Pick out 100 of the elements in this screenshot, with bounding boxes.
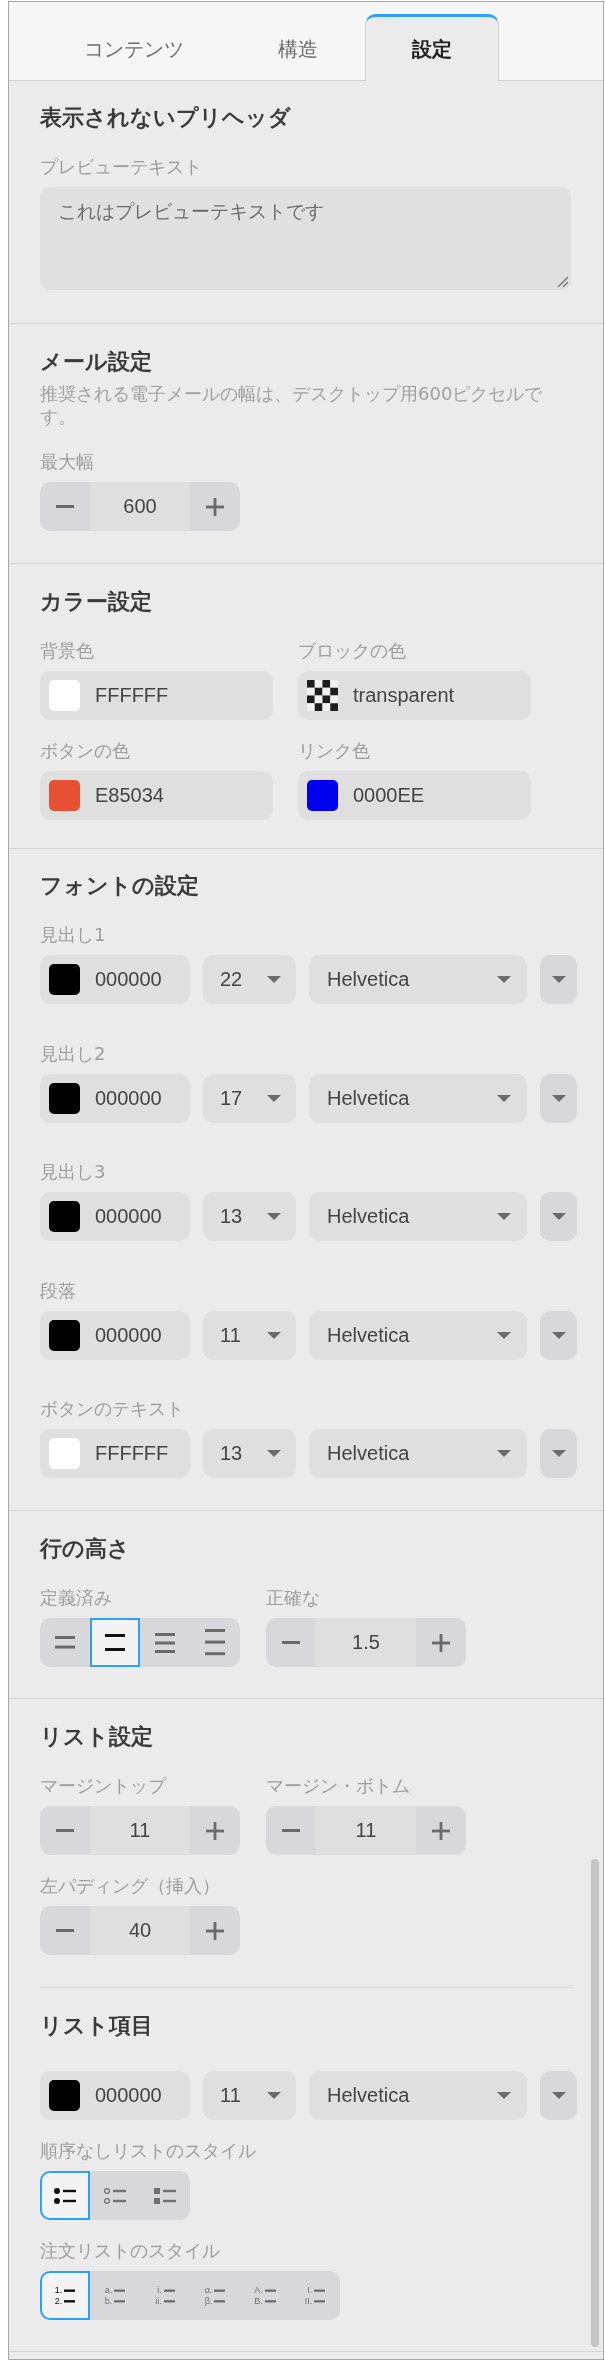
font-size-select[interactable]: 11 — [203, 1310, 296, 1360]
caret-icon — [551, 976, 566, 983]
color-field[interactable]: 000000 — [40, 1073, 190, 1123]
caret-icon — [497, 1450, 511, 1457]
line-spacing-icon — [205, 1629, 225, 1656]
font-family-select[interactable]: Helvetica — [309, 2071, 527, 2120]
plus-icon — [206, 1921, 224, 1940]
list-style-button[interactable]: 1. 2. — [40, 2271, 90, 2320]
field-label: 見出し1 — [40, 923, 106, 947]
font-family-select[interactable]: Helvetica — [309, 1073, 527, 1123]
field-label: リンク色 — [298, 739, 370, 763]
font-size-select[interactable]: 11 — [203, 2071, 296, 2120]
square-list-icon — [154, 2187, 176, 2204]
list-style-button[interactable] — [40, 2171, 90, 2220]
field-label: 注文リストのスタイル — [40, 2239, 220, 2263]
caret-icon — [551, 1331, 566, 1339]
dash-lines-icon — [64, 2288, 76, 2303]
font-family-select[interactable]: Helvetica — [309, 955, 527, 1004]
field-label: 左パディング（挿入） — [40, 1874, 220, 1898]
scrollbar-thumb[interactable] — [591, 1859, 599, 2347]
section-title: 行の高さ — [40, 1535, 131, 1563]
section-title: リスト項目 — [40, 2012, 154, 2040]
section-title: カラー設定 — [40, 588, 153, 616]
font-family-select[interactable]: Helvetica — [309, 1310, 527, 1360]
checkerboard-icon — [307, 680, 338, 711]
dropdown-button[interactable] — [540, 1192, 577, 1241]
font-size-select[interactable]: 13 — [203, 1429, 296, 1478]
color-field[interactable]: 000000 — [40, 1192, 190, 1241]
field-label: 背景色 — [40, 639, 94, 663]
field-label: 正確な — [266, 1586, 320, 1610]
font-size-select[interactable]: 22 — [203, 955, 296, 1004]
line-spacing-icon — [55, 1636, 75, 1649]
field-label: 定義済み — [40, 1586, 112, 1610]
bullet-list-icon — [54, 2187, 76, 2204]
resize-handle-icon — [557, 276, 568, 287]
caret-icon — [267, 1094, 281, 1102]
color-field[interactable]: 000000 — [40, 1310, 190, 1360]
color-field[interactable]: 0000EE — [298, 771, 531, 820]
font-family-select[interactable]: Helvetica — [309, 1192, 527, 1241]
caret-icon — [497, 1213, 511, 1220]
list-style-button[interactable]: α. β. — [190, 2271, 240, 2320]
minus-icon — [56, 1929, 74, 1932]
number-field[interactable]: 40 — [90, 1906, 190, 1955]
field-label: 段落 — [40, 1278, 76, 1303]
field-label: ボタンのテキスト — [40, 1397, 184, 1421]
caret-icon — [551, 2092, 566, 2099]
dropdown-button[interactable] — [540, 2071, 577, 2120]
plus-icon — [206, 1821, 224, 1840]
field-label: マージントップ — [40, 1774, 166, 1798]
color-field[interactable]: FFFFFF — [40, 1429, 190, 1478]
field-label: プレビューテキスト — [40, 155, 202, 179]
dropdown-button[interactable] — [540, 1073, 577, 1123]
number-field[interactable]: 600 — [90, 482, 190, 531]
list-style-button[interactable]: A. B. — [240, 2271, 290, 2320]
line-height-button[interactable] — [90, 1618, 140, 1667]
number-field[interactable]: 11 — [316, 1806, 416, 1855]
caret-icon — [267, 1213, 281, 1220]
minus-icon — [282, 1829, 300, 1832]
tab[interactable]: 設定 — [365, 14, 499, 81]
section-title: メール設定 — [40, 348, 153, 376]
dropdown-button[interactable] — [540, 1429, 577, 1478]
caret-icon — [267, 1450, 281, 1457]
color-field[interactable]: E85034 — [40, 771, 273, 820]
caret-icon — [497, 2092, 511, 2099]
color-field[interactable]: 000000 — [40, 2071, 190, 2120]
caret-icon — [551, 1213, 566, 1220]
color-field[interactable]: 000000 — [40, 955, 190, 1004]
number-field[interactable]: 1.5 — [316, 1618, 416, 1667]
tab[interactable]: 構造 — [231, 14, 365, 81]
caret-icon — [267, 1331, 281, 1339]
preview-textarea[interactable]: これはプレビューテキストです — [40, 187, 571, 290]
plus-icon — [432, 1821, 450, 1840]
dash-lines-icon — [163, 2288, 175, 2303]
font-size-select[interactable]: 13 — [203, 1192, 296, 1241]
line-spacing-icon — [105, 1634, 125, 1651]
caret-icon — [497, 1094, 511, 1102]
minus-icon — [56, 505, 74, 508]
tab[interactable]: コンテンツ — [37, 14, 231, 81]
caret-icon — [497, 1331, 511, 1339]
minus-icon — [56, 1829, 74, 1832]
section-description: 推奨される電子メールの幅は、デスクトップ用600ピクセルです。 — [40, 382, 544, 428]
number-field[interactable]: 11 — [90, 1806, 190, 1855]
color-field[interactable]: FFFFFF — [40, 671, 273, 720]
caret-icon — [267, 976, 281, 983]
list-style-button[interactable]: a. b. — [90, 2271, 140, 2320]
list-style-button[interactable]: i. ii. — [140, 2271, 190, 2320]
circle-list-icon — [104, 2187, 126, 2204]
font-size-select[interactable]: 17 — [203, 1073, 296, 1123]
font-family-select[interactable]: Helvetica — [309, 1429, 527, 1478]
list-style-button[interactable]: I. II. — [290, 2271, 340, 2320]
field-label: ボタンの色 — [40, 739, 130, 763]
minus-icon — [282, 1641, 300, 1644]
section-title: 表示されないプリヘッダ — [40, 104, 292, 132]
color-field[interactable]: transparent — [298, 671, 531, 720]
dropdown-button[interactable] — [540, 955, 577, 1004]
field-label: 見出し3 — [40, 1160, 106, 1184]
dropdown-button[interactable] — [540, 1310, 577, 1360]
plus-icon — [432, 1633, 450, 1652]
caret-icon — [551, 1094, 566, 1102]
dash-lines-icon — [214, 2288, 226, 2303]
